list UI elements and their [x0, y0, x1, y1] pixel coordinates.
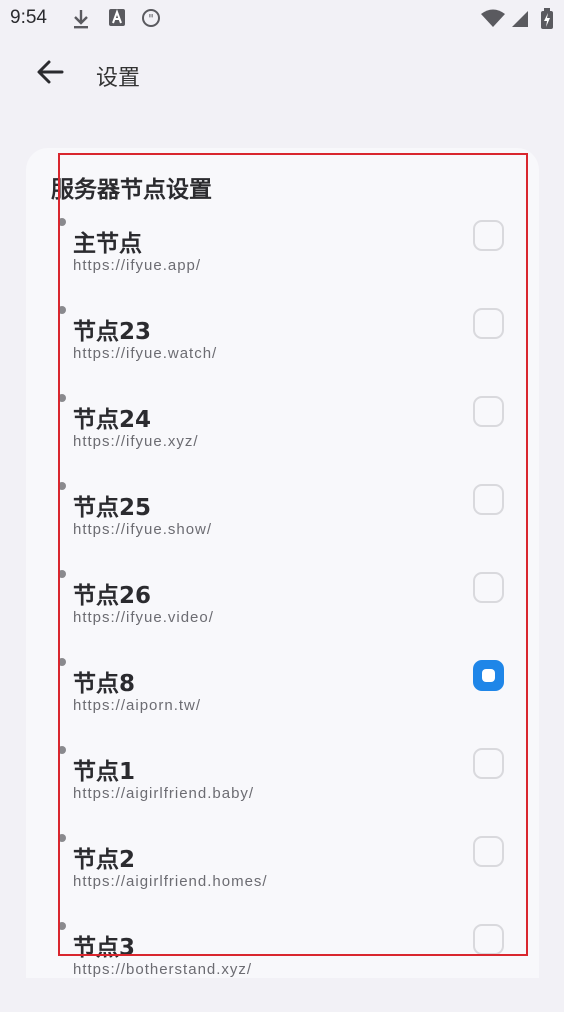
status-bar: 9:54 " — [0, 0, 564, 40]
app-bar: 设置 — [0, 40, 564, 106]
page-title: 设置 — [96, 66, 141, 91]
translate-icon — [109, 9, 125, 26]
battery-charging-icon — [541, 8, 553, 29]
arrow-left-icon[interactable] — [34, 56, 66, 88]
node-url: https://botherstand.xyz/ — [73, 961, 253, 978]
highlight-box — [58, 153, 528, 956]
quote-icon: " — [142, 9, 160, 27]
signal-icon — [512, 11, 528, 27]
status-time: 9:54 — [10, 7, 47, 28]
wifi-icon — [481, 9, 505, 27]
download-icon — [74, 10, 88, 29]
svg-text:": " — [148, 12, 154, 26]
